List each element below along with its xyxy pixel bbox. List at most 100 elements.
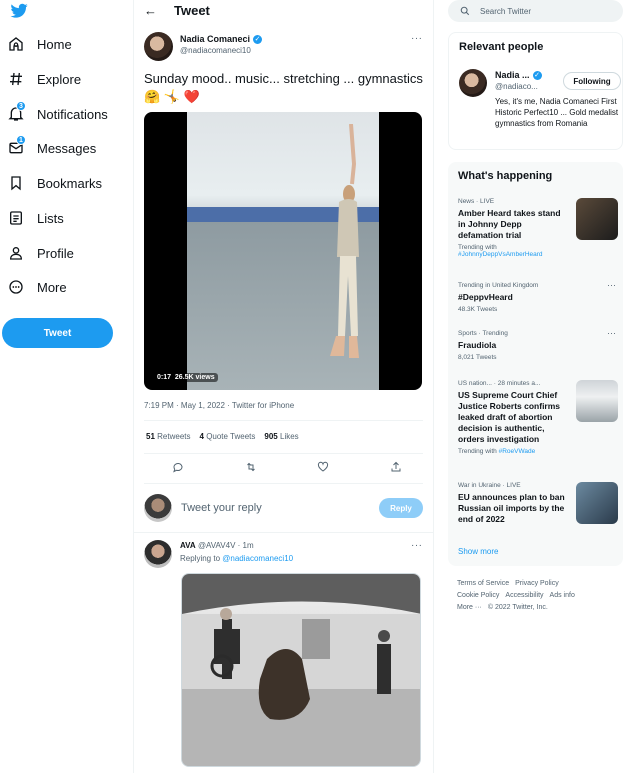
left-nav: Home Explore 3 Notifications 1 Messages … [0, 0, 133, 773]
twitter-logo-icon[interactable] [9, 2, 29, 20]
trend-sub: Trending with #RoeVWade [458, 448, 618, 455]
footer-accessibility[interactable]: Accessibility [505, 592, 543, 599]
footer-privacy[interactable]: Privacy Policy [515, 580, 559, 587]
reply-author-avatar[interactable] [144, 540, 172, 568]
footer-cookie[interactable]: Cookie Policy [457, 592, 499, 599]
trend-title: Amber Heard takes stand in Johnny Depp d… [458, 208, 561, 240]
more-circle-icon [8, 279, 24, 295]
author-handle[interactable]: @nadiacomaneci10 [180, 46, 262, 55]
reply-author-name[interactable]: AVA [180, 541, 196, 550]
reply-handle-time[interactable]: @AVAV4V · 1m [198, 541, 254, 550]
back-arrow-icon[interactable]: ← [144, 3, 157, 18]
nav-lists[interactable]: Lists [8, 206, 64, 230]
tweet-video[interactable]: 0:17 26.5K views [144, 112, 422, 390]
divider [144, 483, 423, 484]
trend-sub-prefix: Trending with [458, 244, 497, 251]
main-column: ← Tweet Nadia Comaneci ✓ @nadiacomaneci10… [133, 0, 434, 773]
whats-happening-title: What's happening [458, 170, 553, 182]
nav-profile[interactable]: Profile [8, 241, 74, 265]
list-icon [8, 210, 24, 226]
trend-hashtag[interactable]: #JohnnyDeppVsAmberHeard [458, 251, 543, 258]
tweet-author[interactable]: Nadia Comaneci ✓ @nadiacomaneci10 [144, 32, 263, 61]
author-name[interactable]: Nadia Comaneci [180, 34, 250, 44]
trend-more-icon[interactable]: ··· [607, 328, 616, 338]
nav-more-label: More [37, 279, 67, 295]
search-input[interactable]: Search Twitter [480, 7, 531, 16]
like-icon[interactable] [317, 461, 329, 473]
replying-to: Replying to @nadiacomaneci10 [180, 554, 293, 563]
person-icon [8, 245, 24, 261]
trend-item[interactable]: US nation... · 28 minutes a... US Suprem… [458, 380, 618, 455]
reply-input[interactable]: Tweet your reply [181, 502, 379, 514]
trend-title: #DeppvHeard [458, 292, 513, 302]
home-icon [8, 36, 24, 52]
nav-messages-label: Messages [37, 140, 97, 156]
retweets-count: 51 [146, 432, 155, 441]
reply-composer: Tweet your reply Reply [144, 492, 423, 524]
gymnast-figure [330, 124, 359, 358]
likes-stat[interactable]: 905 Likes [264, 432, 298, 441]
relevant-person-bio: Yes, it's me, Nadia Comaneci First Histo… [495, 97, 619, 128]
relevant-people-card: Relevant people Nadia ... ✓ @nadiaco... F… [448, 32, 623, 150]
trend-item[interactable]: Sports · Trending Fraudiola 8,021 Tweets… [458, 328, 618, 361]
trend-item[interactable]: News · LIVE Amber Heard takes stand in J… [458, 198, 618, 258]
retweets-stat[interactable]: 51 Retweets [146, 432, 191, 441]
nav-explore[interactable]: Explore [8, 67, 81, 91]
reply-photo[interactable] [181, 573, 421, 767]
replying-to-link[interactable]: @nadiacomaneci10 [222, 554, 293, 563]
nav-more[interactable]: More [8, 275, 67, 299]
likes-label: Likes [280, 432, 299, 441]
footer-more[interactable]: More ··· [457, 604, 482, 611]
hashtag-icon [8, 71, 24, 87]
tweet-more-options-icon[interactable]: ··· [411, 33, 423, 44]
trend-hashtag[interactable]: #RoeVWade [499, 448, 536, 455]
search-icon [460, 6, 470, 16]
divider [134, 532, 434, 533]
footer-terms[interactable]: Terms of Service [457, 580, 509, 587]
my-avatar[interactable] [144, 494, 172, 522]
trend-sub: 8,021 Tweets [458, 354, 497, 361]
nav-lists-label: Lists [37, 210, 64, 226]
bell-icon: 3 [8, 101, 26, 122]
retweet-icon[interactable] [245, 461, 257, 473]
tweet-actions [172, 461, 402, 473]
relevant-person-name[interactable]: Nadia ... [495, 70, 530, 80]
search-box[interactable]: Search Twitter [448, 0, 623, 22]
tweet-timestamp[interactable]: 7:19 PM · May 1, 2022 · Twitter for iPho… [144, 401, 294, 410]
relevant-people-title: Relevant people [459, 41, 544, 53]
nav-notifications[interactable]: 3 Notifications [8, 101, 108, 126]
trend-sub-prefix: Trending with [458, 448, 497, 455]
relevant-person-avatar[interactable] [459, 69, 487, 97]
nav-messages[interactable]: 1 Messages [8, 135, 97, 160]
bookmark-icon [8, 175, 24, 191]
following-button[interactable]: Following [563, 72, 621, 90]
trend-item[interactable]: Trending in United Kingdom #DeppvHeard 4… [458, 280, 618, 313]
compose-tweet-button[interactable]: Tweet [2, 318, 113, 348]
quotes-stat[interactable]: 4 Quote Tweets [200, 432, 256, 441]
relevant-person-handle[interactable]: @nadiaco... [495, 82, 538, 91]
messages-badge: 1 [16, 135, 26, 145]
verified-badge-icon: ✓ [253, 34, 263, 44]
reply-button[interactable]: Reply [379, 498, 423, 518]
trend-thumbnail [576, 482, 618, 524]
trend-sub: 48.3K Tweets [458, 306, 498, 313]
reply-icon[interactable] [172, 461, 184, 473]
nav-bookmarks[interactable]: Bookmarks [8, 171, 102, 195]
show-more-link[interactable]: Show more [458, 547, 498, 556]
page-title: Tweet [174, 2, 210, 18]
trend-title: EU announces plan to ban Russian oil imp… [458, 492, 565, 524]
likes-count: 905 [264, 432, 278, 441]
nav-home[interactable]: Home [8, 32, 72, 56]
author-avatar[interactable] [144, 32, 173, 61]
footer-ads[interactable]: Ads info [550, 592, 575, 599]
tweet-text: Sunday mood.. music... stretching ... gy… [144, 71, 423, 104]
trend-title: Fraudiola [458, 340, 497, 350]
trend-item[interactable]: War in Ukraine · LIVE EU announces plan … [458, 482, 618, 525]
share-icon[interactable] [390, 461, 402, 473]
reply-more-options-icon[interactable]: ··· [411, 540, 423, 551]
trend-title: US Supreme Court Chief Justice Roberts c… [458, 390, 561, 444]
nav-bookmarks-label: Bookmarks [37, 175, 103, 191]
trend-more-icon[interactable]: ··· [607, 280, 616, 290]
divider [144, 420, 423, 421]
reply-header: AVA @AVAV4V · 1m [180, 541, 254, 550]
